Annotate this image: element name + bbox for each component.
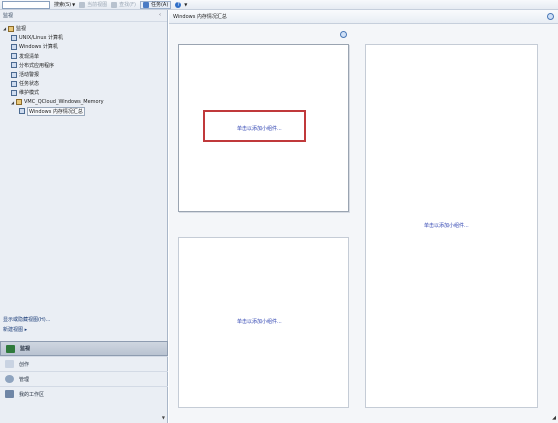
authoring-icon — [5, 360, 14, 368]
add-widget-link[interactable]: 单击以添加小组件... — [424, 222, 469, 229]
nav-button-administration[interactable]: 管理 — [0, 371, 168, 386]
tree-item-label: 活动警报 — [19, 72, 40, 79]
new-view-link[interactable]: 新建视图 ▸ — [3, 325, 50, 335]
scope-label: 当前视图 — [87, 2, 108, 8]
computer-view-icon — [11, 34, 17, 41]
nav-button-label: 我的工作区 — [19, 391, 45, 398]
nav-button-authoring[interactable]: 创作 — [0, 356, 168, 371]
tree-item-memory-summary[interactable]: Windows 内存情况汇总 — [3, 106, 167, 116]
dashboard-view-icon — [19, 108, 25, 115]
search-label: 搜索(S) — [54, 2, 72, 8]
computer-view-icon — [11, 43, 17, 50]
tree-item-vmc-folder[interactable]: ◢ VMC_QCloud_Windows_Memory — [3, 98, 167, 107]
nav-button-monitoring[interactable]: 监视 — [0, 341, 168, 356]
configure-buttons-icon[interactable]: ▼ — [162, 415, 165, 420]
chevron-down-icon[interactable]: ▼ — [184, 2, 187, 7]
tree-item-label: UNIX/Linux 计算机 — [19, 35, 64, 42]
nav-button-label: 管理 — [19, 376, 30, 383]
tree-item-active-alerts[interactable]: 活动警报 — [3, 70, 167, 79]
task-status-icon — [11, 80, 17, 87]
find-icon — [111, 1, 118, 8]
administration-icon — [5, 375, 14, 383]
list-view-icon — [11, 53, 17, 60]
scope-button[interactable]: 当前视图 — [79, 1, 107, 9]
add-widget-link[interactable]: 单击以添加小组件... — [237, 318, 282, 325]
widget-cell-top-left[interactable]: 单击以添加小组件... — [178, 44, 349, 212]
search-button[interactable]: 搜索(S) ▼ — [54, 1, 75, 9]
widget-cell-right[interactable]: 单击以添加小组件... — [365, 44, 538, 408]
tree-item-discovered-inventory[interactable]: 发现清单 — [3, 52, 167, 61]
distributed-app-icon — [11, 62, 17, 69]
show-hide-views-link[interactable]: 显示或隐藏视图(H)... — [3, 315, 50, 325]
monitoring-tree: ◢ 监视 UNIX/Linux 计算机 Windows 计算机 发现清单 分布式… — [0, 22, 167, 116]
gear-icon[interactable] — [340, 31, 347, 38]
tree-item-distributed-applications[interactable]: 分布式应用程序 — [3, 61, 167, 70]
nav-button-my-workspace[interactable]: 我的工作区 — [0, 386, 168, 401]
monitor-folder-icon — [8, 25, 14, 32]
vertical-scrollbar[interactable] — [550, 24, 558, 423]
navigation-pane: 监视 ‹ ◢ 监视 UNIX/Linux 计算机 Windows 计算机 发现清… — [0, 10, 168, 423]
chevron-down-icon[interactable]: ▼ — [72, 2, 75, 7]
help-icon: ? — [175, 1, 182, 8]
maintenance-icon — [11, 89, 17, 96]
tasks-label: 任务(A) — [150, 2, 169, 8]
widget-cell-bottom-left[interactable]: 单击以添加小组件... — [178, 237, 349, 408]
tasks-icon — [142, 1, 149, 8]
tree-item-label: Windows 计算机 — [19, 44, 58, 51]
alert-view-icon — [11, 71, 17, 78]
tree-item-label: Windows 内存情况汇总 — [27, 106, 85, 116]
search-input[interactable] — [2, 0, 50, 9]
nav-footer: ▼ — [0, 413, 168, 423]
scope-icon — [79, 1, 86, 8]
collapse-pane-icon[interactable]: ‹ — [159, 13, 164, 18]
highlight-box — [203, 110, 306, 142]
nav-button-label: 监视 — [20, 346, 31, 352]
tree-item-task-status[interactable]: 任务状态 — [3, 79, 167, 88]
tree-item-label: 任务状态 — [19, 81, 40, 88]
tree-item-label: 维护模式 — [19, 90, 40, 97]
folder-icon — [16, 99, 22, 106]
tree-item-label: 监视 — [16, 26, 27, 33]
dashboard-title: Windows 内存情况汇总 — [173, 14, 227, 20]
toolbar: 搜索(S) ▼ 当前视图 查找(F) 任务(A) ? ▼ — [0, 0, 558, 10]
monitoring-icon — [6, 344, 15, 353]
tree-item-label: VMC_QCloud_Windows_Memory — [24, 99, 104, 106]
navigation-pane-header: 监视 ‹ — [0, 10, 167, 22]
find-label: 查找(F) — [119, 2, 136, 8]
tree-item-unix-linux-computers[interactable]: UNIX/Linux 计算机 — [3, 33, 167, 42]
tree-item-label: 分布式应用程序 — [19, 62, 55, 69]
dashboard-area: Windows 内存情况汇总 单击以添加小组件... 单击以添加小组件... 单… — [169, 10, 558, 423]
wunderbar: 监视 创作 管理 我的工作区 — [0, 341, 168, 401]
find-button[interactable]: 查找(F) — [111, 1, 136, 9]
navigation-pane-title: 监视 — [3, 13, 14, 19]
dashboard-header: Windows 内存情况汇总 — [169, 10, 558, 24]
tree-item-windows-computers[interactable]: Windows 计算机 — [3, 42, 167, 51]
gear-icon[interactable] — [547, 13, 554, 20]
tree-item-monitoring[interactable]: ◢ 监视 — [3, 24, 167, 33]
nav-button-label: 创作 — [19, 361, 30, 368]
resize-grip-icon[interactable]: ◢ — [552, 415, 556, 421]
tasks-button[interactable]: 任务(A) — [139, 0, 172, 9]
pane-links: 显示或隐藏视图(H)... 新建视图 ▸ — [3, 315, 50, 335]
tree-item-maintenance-mode[interactable]: 维护模式 — [3, 88, 167, 97]
help-button[interactable]: ? ▼ — [175, 1, 187, 9]
my-workspace-icon — [5, 390, 14, 398]
tree-item-label: 发现清单 — [19, 53, 40, 60]
